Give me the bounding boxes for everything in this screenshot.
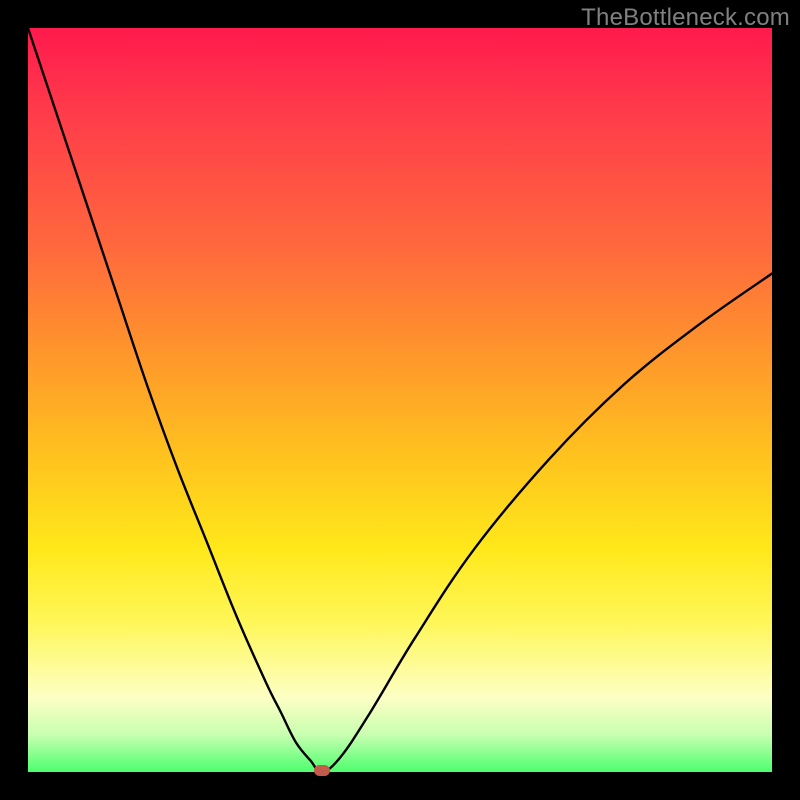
chart-frame: TheBottleneck.com: [0, 0, 800, 800]
curve-svg: [28, 28, 772, 772]
bottleneck-curve: [28, 28, 772, 772]
plot-area: [28, 28, 772, 772]
min-marker: [314, 765, 330, 776]
